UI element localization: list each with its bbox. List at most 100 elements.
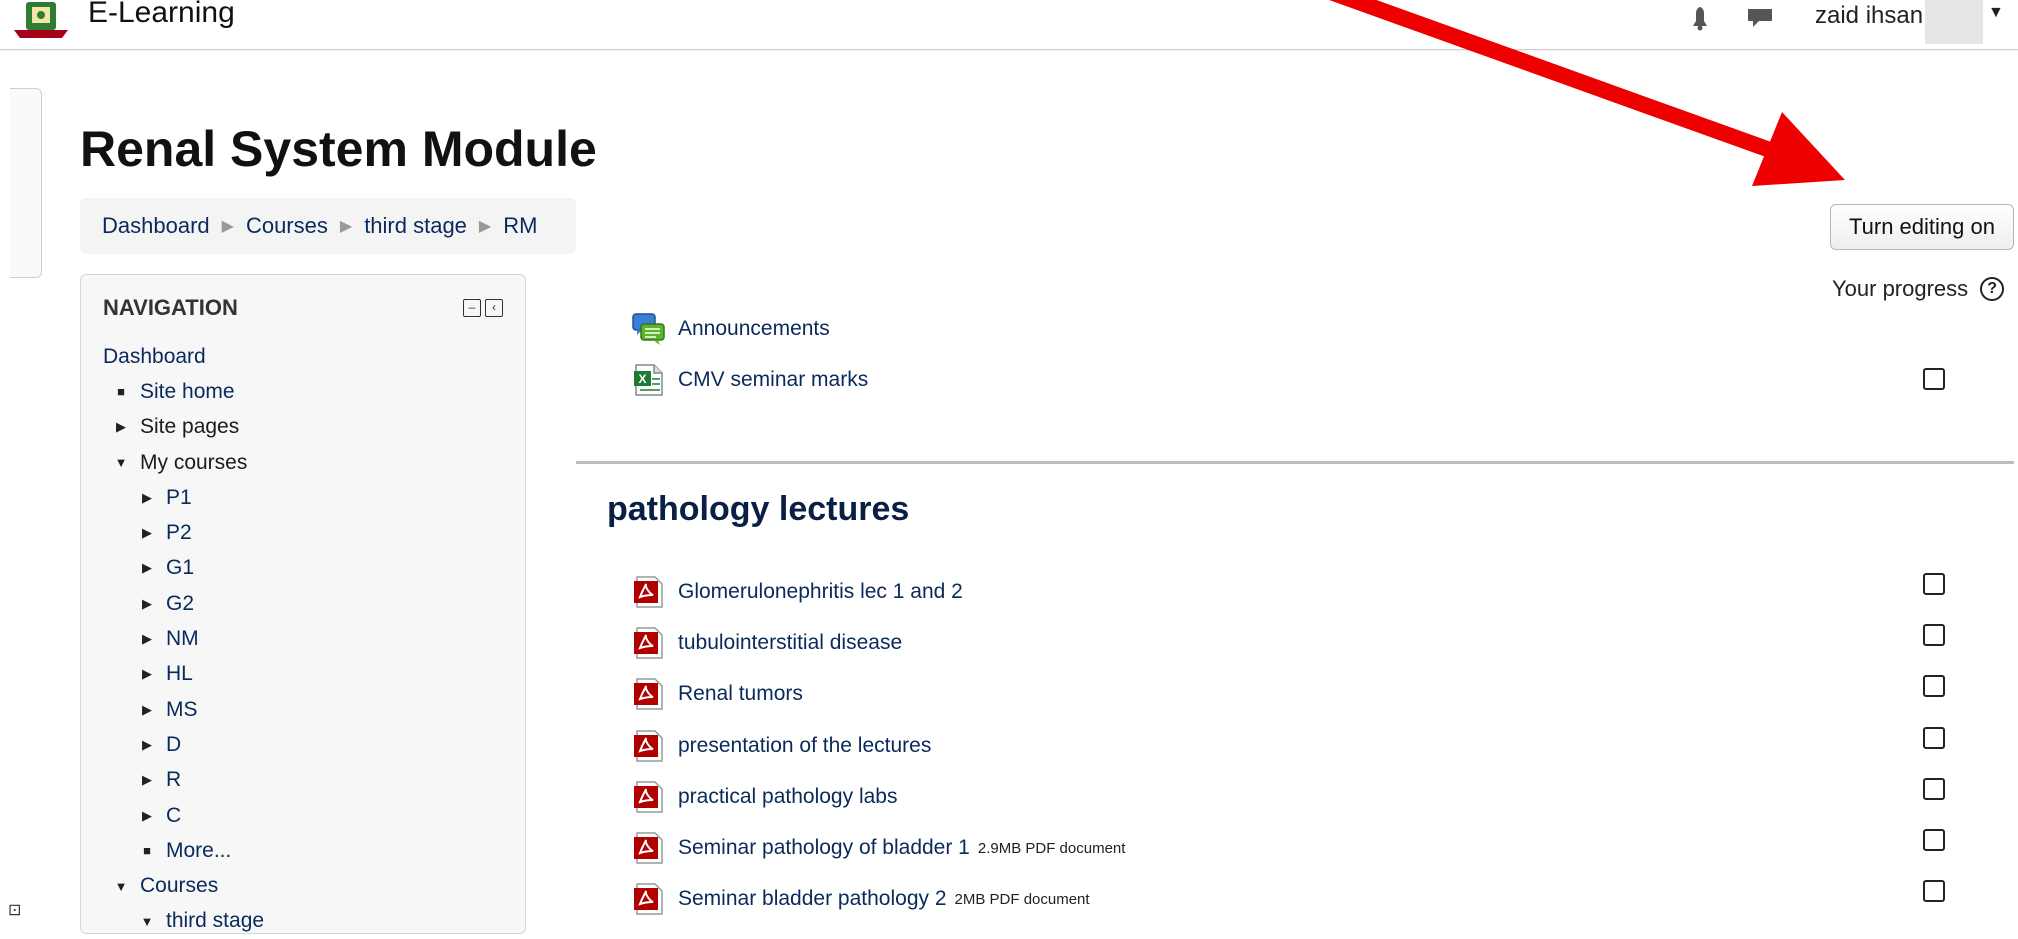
nav-item-label[interactable]: NM xyxy=(166,627,199,651)
activity-link[interactable]: Glomerulonephritis lec 1 and 2 xyxy=(678,580,963,604)
nav-item-site-pages[interactable]: ▶ Site pages xyxy=(103,410,264,445)
activity-seminar-bladder-2[interactable]: Seminar bladder pathology 2 2MB PDF docu… xyxy=(632,882,1090,916)
nav-item-label[interactable]: D xyxy=(166,733,181,757)
nav-item-label[interactable]: More... xyxy=(166,839,231,863)
nav-item-course-g1[interactable]: ▶ G1 xyxy=(103,551,264,586)
nav-item-course-p2[interactable]: ▶ P2 xyxy=(103,515,264,550)
activity-link[interactable]: CMV seminar marks xyxy=(678,368,868,392)
collapse-arrow-icon[interactable]: ▼ xyxy=(109,455,133,470)
nav-item-course-r[interactable]: ▶ R xyxy=(103,763,264,798)
breadcrumb-courses[interactable]: Courses xyxy=(246,213,328,239)
activity-presentation-lectures[interactable]: presentation of the lectures xyxy=(632,729,939,763)
nav-item-third-stage[interactable]: ▼ third stage xyxy=(103,904,265,939)
expand-arrow-icon[interactable]: ▶ xyxy=(135,596,159,612)
activity-seminar-bladder-1[interactable]: Seminar pathology of bladder 1 2.9MB PDF… xyxy=(632,831,1125,865)
completion-checkbox[interactable] xyxy=(1923,727,1945,749)
collapse-arrow-icon[interactable]: ▼ xyxy=(135,914,159,929)
bullet-icon: ■ xyxy=(143,843,151,859)
expand-arrow-icon[interactable]: ▶ xyxy=(135,560,159,576)
collapse-block-icon[interactable]: – xyxy=(463,299,481,317)
nav-item-courses[interactable]: ▼ Courses xyxy=(103,868,264,903)
nav-item-course-ms[interactable]: ▶ MS xyxy=(103,692,264,727)
nav-item-course-c[interactable]: ▶ C xyxy=(103,798,264,833)
nav-item-label[interactable]: Site home xyxy=(140,380,235,404)
activity-link[interactable]: tubulointerstitial disease xyxy=(678,631,902,655)
completion-checkbox[interactable] xyxy=(1923,573,1945,595)
expand-arrow-icon[interactable]: ▶ xyxy=(135,808,159,824)
nav-item-label[interactable]: Dashboard xyxy=(103,345,206,369)
nav-item-dashboard[interactable]: Dashboard xyxy=(103,339,264,374)
activity-link[interactable]: Seminar pathology of bladder 1 xyxy=(678,836,970,860)
nav-item-label[interactable]: R xyxy=(166,768,181,792)
activity-link[interactable]: presentation of the lectures xyxy=(678,734,931,758)
nav-item-course-nm[interactable]: ▶ NM xyxy=(103,621,264,656)
expand-arrow-icon[interactable]: ▶ xyxy=(135,702,159,718)
activity-cmv-seminar-marks[interactable]: X CMV seminar marks xyxy=(632,363,868,397)
help-icon[interactable]: ? xyxy=(1980,277,2005,301)
dock-icon[interactable]: ⊡ xyxy=(8,900,21,920)
block-controls: – ‹ xyxy=(463,299,503,317)
nav-item-label[interactable]: P1 xyxy=(166,486,192,510)
activity-glomerulonephritis[interactable]: Glomerulonephritis lec 1 and 2 xyxy=(632,575,971,609)
breadcrumb-dashboard[interactable]: Dashboard xyxy=(102,213,210,239)
completion-checkbox[interactable] xyxy=(1923,624,1945,646)
nav-item-site-home[interactable]: ■ Site home xyxy=(103,374,264,409)
top-navbar: E-Learning zaid ihsan ▼ xyxy=(0,0,2018,50)
breadcrumb-separator-icon: ▶ xyxy=(221,218,234,235)
completion-checkbox[interactable] xyxy=(1923,880,1945,902)
nav-item-label[interactable]: My courses xyxy=(140,451,247,475)
user-name[interactable]: zaid ihsan xyxy=(1815,2,1923,30)
site-logo[interactable] xyxy=(10,0,72,40)
activity-link[interactable]: Renal tumors xyxy=(678,682,803,706)
collapse-arrow-icon[interactable]: ▼ xyxy=(109,879,133,894)
nav-item-my-courses[interactable]: ▼ My courses xyxy=(103,445,264,480)
nav-item-more[interactable]: ■ More... xyxy=(103,833,264,868)
nav-item-course-g2[interactable]: ▶ G2 xyxy=(103,586,264,621)
completion-checkbox[interactable] xyxy=(1923,778,1945,800)
expand-arrow-icon[interactable]: ▶ xyxy=(135,490,159,506)
pdf-icon xyxy=(634,576,663,608)
nav-item-label[interactable]: C xyxy=(166,804,181,828)
breadcrumb-separator-icon: ▶ xyxy=(339,218,353,235)
breadcrumb-third-stage[interactable]: third stage xyxy=(364,213,467,239)
messages-icon[interactable] xyxy=(1745,4,1775,32)
expand-arrow-icon[interactable]: ▶ xyxy=(135,525,159,541)
nav-item-label[interactable]: Site pages xyxy=(140,415,239,439)
blocks-drawer-toggle[interactable] xyxy=(10,88,42,278)
activity-renal-tumors[interactable]: Renal tumors xyxy=(632,677,811,711)
section-title: pathology lectures xyxy=(607,490,910,528)
activity-announcements[interactable]: Announcements xyxy=(632,312,830,346)
activity-tubulointerstitial[interactable]: tubulointerstitial disease xyxy=(632,626,910,660)
expand-arrow-icon[interactable]: ▶ xyxy=(135,631,159,647)
nav-item-label[interactable]: P2 xyxy=(166,521,192,545)
nav-item-label[interactable]: G1 xyxy=(166,556,194,580)
turn-editing-on-button[interactable]: Turn editing on xyxy=(1830,204,2014,250)
completion-checkbox[interactable] xyxy=(1923,368,1945,390)
nav-item-label[interactable]: MS xyxy=(166,698,198,722)
nav-item-label[interactable]: G2 xyxy=(166,592,194,616)
nav-item-course-p1[interactable]: ▶ P1 xyxy=(103,480,264,515)
spreadsheet-icon: X xyxy=(634,364,663,396)
activity-link[interactable]: Announcements xyxy=(678,317,830,341)
nav-item-label[interactable]: third stage xyxy=(166,909,264,933)
nav-item-course-d[interactable]: ▶ D xyxy=(103,727,264,762)
nav-item-label[interactable]: HL xyxy=(166,662,193,686)
expand-arrow-icon[interactable]: ▶ xyxy=(135,772,159,788)
activity-link[interactable]: Seminar bladder pathology 2 xyxy=(678,887,947,911)
completion-checkbox[interactable] xyxy=(1923,675,1945,697)
avatar[interactable] xyxy=(1925,0,1983,44)
expand-arrow-icon[interactable]: ▶ xyxy=(135,737,159,753)
user-menu-caret-icon[interactable]: ▼ xyxy=(1988,4,2004,22)
dock-block-icon[interactable]: ‹ xyxy=(485,299,503,317)
activity-practical-labs[interactable]: practical pathology labs xyxy=(632,780,905,814)
page-title: Renal System Module xyxy=(80,121,597,177)
notifications-bell-icon[interactable] xyxy=(1685,4,1715,32)
nav-item-label[interactable]: Courses xyxy=(140,874,218,898)
completion-checkbox[interactable] xyxy=(1923,829,1945,851)
activity-link[interactable]: practical pathology labs xyxy=(678,785,897,809)
site-name[interactable]: E-Learning xyxy=(88,0,235,30)
expand-arrow-icon[interactable]: ▶ xyxy=(109,419,133,435)
breadcrumb-rm[interactable]: RM xyxy=(503,213,537,239)
expand-arrow-icon[interactable]: ▶ xyxy=(135,666,159,682)
nav-item-course-hl[interactable]: ▶ HL xyxy=(103,657,264,692)
